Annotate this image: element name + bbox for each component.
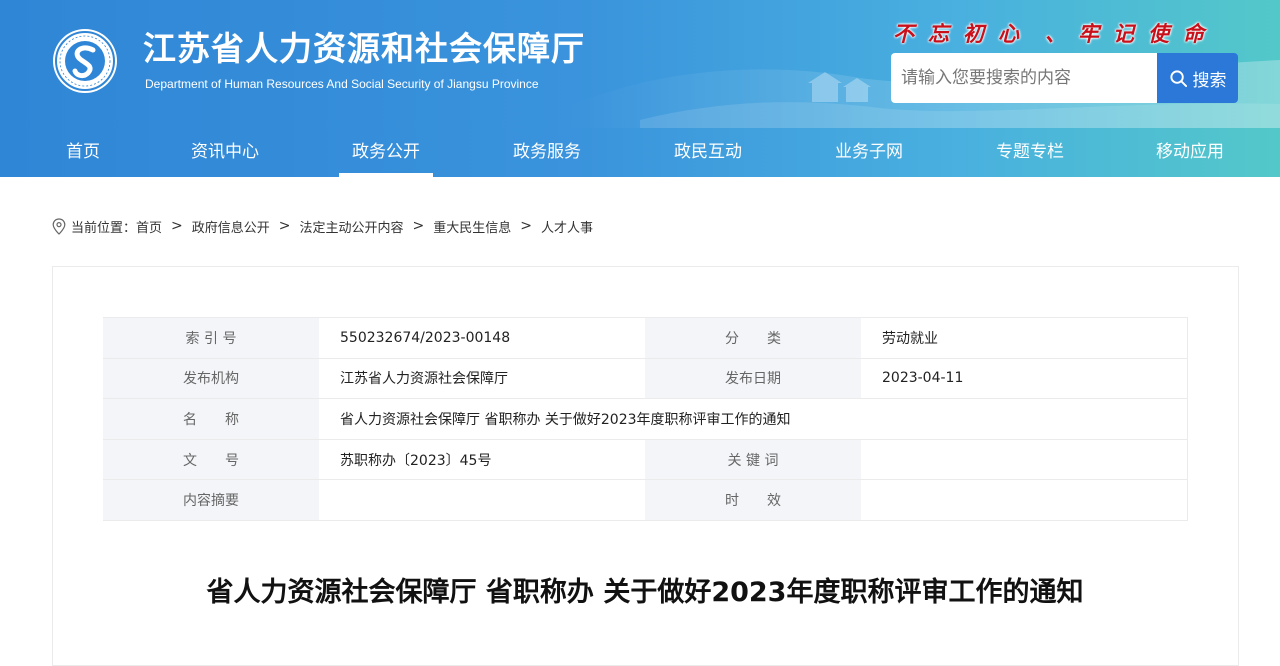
summary-label: 内容摘要: [103, 479, 319, 521]
slogan-char: 初: [963, 21, 984, 46]
breadcrumb-link-statutory-disclosure[interactable]: 法定主动公开内容: [300, 217, 404, 236]
breadcrumb-link-talent-personnel[interactable]: 人才人事: [541, 217, 593, 236]
validity-label: 时 效: [645, 479, 861, 521]
document-number-value: 苏职称办〔2023〕45号: [319, 438, 645, 481]
category-label: 分 类: [645, 317, 861, 359]
breadcrumb-separator: >: [520, 218, 533, 234]
breadcrumb-link-home[interactable]: 首页: [136, 217, 162, 236]
search-button[interactable]: 搜索: [1157, 53, 1238, 103]
slogan-char: 心: [998, 21, 1019, 46]
breadcrumb-separator: >: [412, 218, 425, 234]
publish-date-label: 发布日期: [645, 357, 861, 400]
breadcrumb-separator: >: [171, 218, 183, 234]
nav-item-business-subsites[interactable]: 业务子网: [833, 128, 905, 177]
publish-date-value: 2023-04-11: [861, 357, 1188, 400]
department-logo-icon: [53, 29, 117, 93]
table-row: 发布机构 江苏省人力资源社会保障厅 发布日期 2023-04-11: [103, 357, 1188, 400]
document-number-label: 文 号: [103, 438, 319, 481]
breadcrumb-link-major-livelihood-info[interactable]: 重大民生信息: [433, 217, 511, 236]
nav-item-public-interaction[interactable]: 政民互动: [672, 128, 744, 177]
category-value: 劳动就业: [861, 317, 1188, 359]
slogan-char: 记: [1113, 21, 1134, 46]
site-title: 江苏省人力资源和社会保障厅: [143, 29, 585, 68]
location-pin-icon: [52, 217, 66, 235]
article-title: 省人力资源社会保障厅 省职称办 关于做好2023年度职称评审工作的通知: [206, 577, 1084, 608]
site-header: 江苏省人力资源和社会保障厅 Department of Human Resour…: [0, 0, 1280, 177]
document-name-label: 名 称: [103, 398, 319, 440]
slogan-char: 不: [893, 21, 914, 46]
breadcrumb-prefix: 当前位置：: [71, 220, 137, 236]
slogan-char: 命: [1183, 21, 1204, 46]
breadcrumb: 当前位置： 首页 > 政府信息公开 > 法定主动公开内容 > 重大民生信息 > …: [52, 216, 593, 236]
summary-value: [319, 479, 645, 521]
breadcrumb-link-government-info-disclosure[interactable]: 政府信息公开: [192, 217, 270, 236]
nav-item-home[interactable]: 首页: [64, 128, 102, 177]
publisher-label: 发布机构: [103, 357, 319, 400]
table-row: 名 称 省人力资源社会保障厅 省职称办 关于做好2023年度职称评审工作的通知: [103, 398, 1188, 440]
publisher-value: 江苏省人力资源社会保障厅: [319, 357, 645, 400]
table-row: 内容摘要 时 效: [103, 479, 1188, 521]
breadcrumb-separator: >: [278, 218, 291, 234]
index-number-value: 550232674/2023-00148: [319, 317, 645, 359]
document-name-value: 省人力资源社会保障厅 省职称办 关于做好2023年度职称评审工作的通知: [319, 398, 1188, 440]
slogan-char: 、: [1045, 21, 1066, 46]
search-button-label: 搜索: [1192, 70, 1227, 91]
nav-item-special-topics[interactable]: 专题专栏: [994, 128, 1066, 177]
keywords-value: [861, 438, 1188, 481]
slogan-char: 使: [1148, 21, 1169, 46]
validity-value: [861, 479, 1188, 521]
nav-item-government-services[interactable]: 政务服务: [511, 128, 583, 177]
site-subtitle: Department of Human Resources And Social…: [145, 77, 539, 91]
main-nav: 首页 资讯中心 政务公开 政务服务 政民互动 业务子网 专题专栏 移动应用: [0, 128, 1280, 177]
slogan-char: 忘: [928, 21, 949, 46]
slogan-char: 牢: [1078, 21, 1099, 46]
nav-item-news-center[interactable]: 资讯中心: [189, 128, 261, 177]
table-row: 索 引 号 550232674/2023-00148 分 类 劳动就业: [103, 317, 1188, 359]
table-row: 文 号 苏职称办〔2023〕45号 关 键 词: [103, 438, 1188, 481]
search-input[interactable]: [891, 53, 1157, 103]
search-icon: [1169, 69, 1187, 87]
nav-item-government-affairs-disclosure[interactable]: 政务公开: [339, 128, 433, 177]
slogan: 不 忘 初 心 、 牢 记 使 命: [893, 18, 1239, 48]
document-metadata-table: 索 引 号 550232674/2023-00148 分 类 劳动就业 发布机构…: [103, 317, 1188, 521]
keywords-label: 关 键 词: [645, 438, 861, 481]
index-number-label: 索 引 号: [103, 317, 319, 359]
nav-item-mobile-apps[interactable]: 移动应用: [1154, 128, 1226, 177]
